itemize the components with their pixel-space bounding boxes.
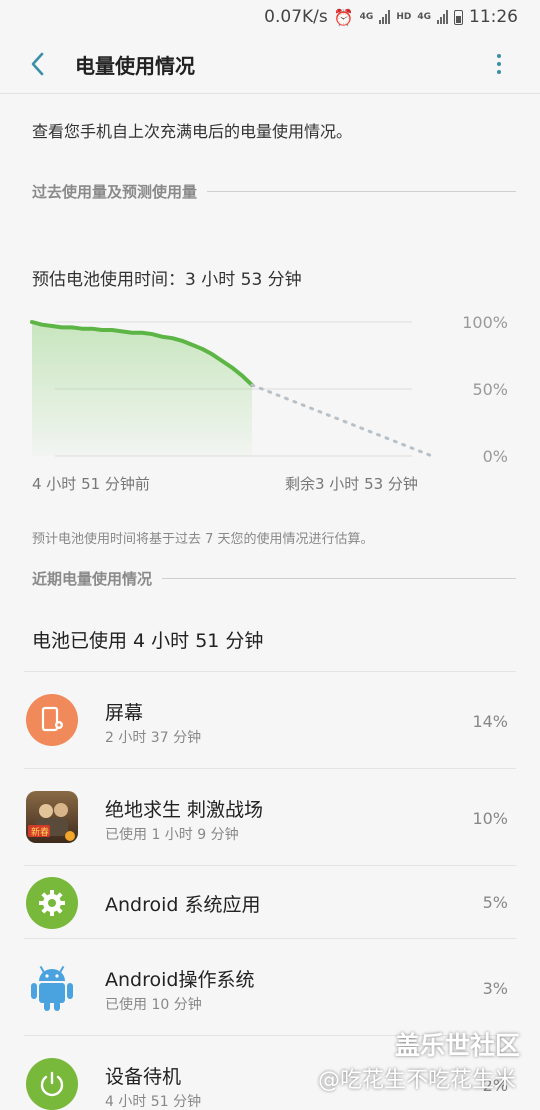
list-item-screen[interactable]: 屏幕 2 小时 37 分钟 14% <box>24 671 516 768</box>
app-usage-time: 2 小时 37 分钟 <box>105 730 202 746</box>
battery-usage-chart: 100% 50% 0% <box>30 313 508 466</box>
list-item-pubg[interactable]: 新春 绝地求生 刺激战场 已使用 1 小时 9 分钟 10% <box>24 768 516 865</box>
net-type-2: 4G <box>417 12 431 22</box>
app-name: 设备待机 <box>105 1066 182 1088</box>
estimated-time: 预估电池使用时间：3 小时 53 分钟 <box>32 270 302 290</box>
battery-icon <box>454 9 463 25</box>
android-icon <box>26 961 78 1013</box>
watermark-author: @吃花生不吃花生米 <box>318 1068 517 1093</box>
app-name: 绝地求生 刺激战场 <box>105 799 264 821</box>
app-percent: 10% <box>472 809 508 828</box>
estimate-note: 预计电池使用时间将基于过去 7 天您的使用情况进行估算。 <box>32 532 374 547</box>
power-icon <box>26 1058 78 1110</box>
clock: 11:26 <box>469 7 518 27</box>
back-arrow-icon <box>31 52 44 76</box>
app-usage-time: 已使用 1 小时 9 分钟 <box>105 827 239 843</box>
app-percent: 3% <box>482 979 508 998</box>
screen-icon <box>26 694 78 746</box>
back-button[interactable] <box>20 46 56 82</box>
signal-icon <box>379 10 391 24</box>
app-name: Android 系统应用 <box>105 894 261 916</box>
section-header-recent: 近期电量使用情况 <box>32 568 516 589</box>
more-options-icon[interactable] <box>484 46 514 82</box>
app-name: 屏幕 <box>105 702 144 724</box>
app-usage-time: 4 小时 51 分钟 <box>105 1094 202 1110</box>
list-item-android-system-apps[interactable]: Android 系统应用 5% <box>24 865 516 938</box>
hd-indicator: HD <box>396 12 412 22</box>
battery-used-summary: 电池已使用 4 小时 51 分钟 <box>32 630 264 652</box>
signal-icon-2 <box>437 10 448 24</box>
network-speed: 0.07K/s <box>264 7 328 27</box>
gear-icon <box>26 877 78 929</box>
page-title: 电量使用情况 <box>75 54 195 78</box>
intro-text: 查看您手机自上次充满电后的电量使用情况。 <box>32 122 353 141</box>
net-type-1: 4G <box>359 12 374 22</box>
section-recent-label: 近期电量使用情况 <box>32 570 153 588</box>
watermark-community: 盖乐世社区 <box>395 1031 521 1060</box>
divider <box>162 578 516 579</box>
section-past-label: 过去使用量及预测使用量 <box>32 183 198 201</box>
divider <box>207 191 516 192</box>
alarm-icon: ⏰ <box>333 7 354 27</box>
pubg-game-icon: 新春 <box>26 791 78 843</box>
y-tick-label: 100% <box>462 313 508 332</box>
usage-area <box>32 322 252 456</box>
predicted-usage-line <box>250 383 434 458</box>
app-usage-time: 已使用 10 分钟 <box>105 997 202 1013</box>
status-bar: 0.07K/s ⏰ 4G HD 4G 11:26 <box>0 0 540 34</box>
x-label-start: 4 小时 51 分钟前 <box>32 475 150 493</box>
section-header-past: 过去使用量及预测使用量 <box>32 181 516 202</box>
app-percent: 5% <box>482 893 508 912</box>
badge-text: 新春 <box>31 826 49 838</box>
app-bar: 电量使用情况 <box>0 34 540 94</box>
app-percent: 14% <box>472 712 508 731</box>
y-tick-label: 0% <box>483 447 508 466</box>
y-tick-label: 50% <box>472 380 508 399</box>
x-label-end: 剩余3 小时 53 分钟 <box>285 475 418 493</box>
app-name: Android操作系统 <box>105 969 255 991</box>
list-item-android-os[interactable]: Android操作系统 已使用 10 分钟 3% <box>24 938 516 1035</box>
